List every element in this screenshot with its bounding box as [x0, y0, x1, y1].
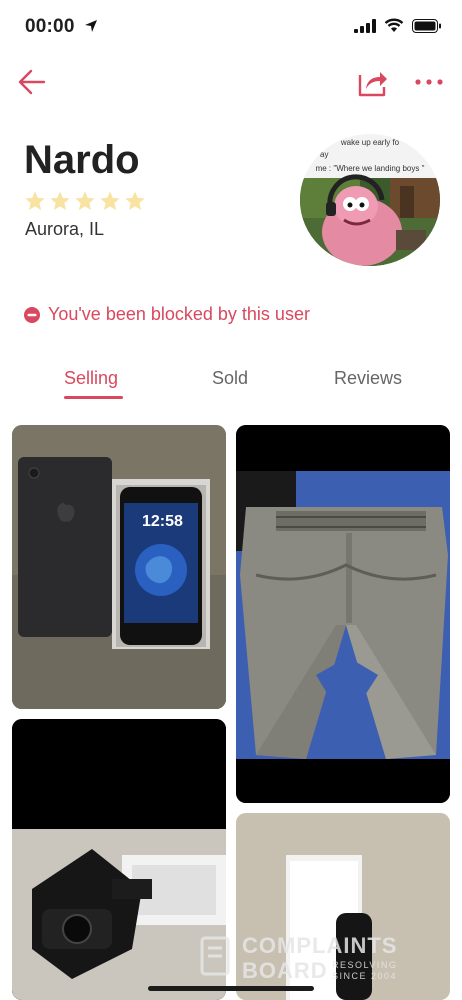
status-time: 00:00	[25, 16, 75, 37]
blocked-notice: You've been blocked by this user	[24, 304, 310, 325]
listing-image-jeans	[236, 425, 450, 803]
star-icon	[100, 191, 120, 210]
active-tab-indicator	[64, 396, 123, 399]
watermark-subtitle: BOARD	[242, 958, 328, 983]
tab-reviews[interactable]: Reviews	[334, 368, 402, 389]
status-bar: 00:00	[0, 0, 462, 56]
star-icon	[50, 191, 70, 210]
complaintsboard-logo-icon	[200, 936, 230, 976]
tab-selling[interactable]: Selling	[64, 368, 118, 389]
more-options-icon[interactable]	[412, 68, 446, 96]
tab-sold[interactable]: Sold	[212, 368, 248, 389]
signal-icon	[354, 18, 376, 33]
listing-card-camera[interactable]	[12, 719, 226, 1000]
listing-image-camera	[12, 719, 226, 1000]
location-arrow-icon	[85, 20, 97, 32]
profile-name: Nardo	[24, 138, 140, 182]
back-arrow-icon[interactable]	[16, 66, 48, 98]
star-icon	[125, 191, 145, 210]
phone-screen-time: 12:58	[142, 513, 183, 530]
listing-card-iphone[interactable]: 12:58	[12, 425, 226, 709]
wifi-icon	[384, 18, 404, 32]
watermark-tagline: RESOLVING SINCE 2004	[332, 960, 397, 982]
share-icon[interactable]	[356, 65, 390, 99]
listing-image-iphone	[12, 425, 226, 709]
watermark-title: COMPLAINTS	[242, 933, 398, 958]
blocked-icon	[24, 306, 40, 323]
watermark-tagline-1: RESOLVING	[332, 960, 398, 970]
blocked-message: You've been blocked by this user	[48, 304, 310, 324]
avatar[interactable]: wake up early fo ay me : "Where we landi…	[300, 134, 440, 266]
battery-icon	[412, 18, 441, 33]
profile-location: Aurora, IL	[25, 219, 105, 239]
star-icon	[25, 191, 45, 210]
star-icon	[75, 191, 95, 210]
status-indicators	[354, 18, 442, 33]
rating-stars	[24, 190, 146, 212]
listing-card-jeans[interactable]	[236, 425, 450, 803]
tab-bar: Selling Sold Reviews	[0, 362, 462, 402]
watermark-tagline-2: SINCE 2004	[332, 971, 398, 981]
nav-bar	[0, 60, 462, 104]
watermark-logo: COMPLAINTS BOARD RESOLVING SINCE 2004	[200, 930, 450, 985]
home-indicator[interactable]	[148, 986, 314, 991]
avatar-image	[300, 174, 440, 266]
